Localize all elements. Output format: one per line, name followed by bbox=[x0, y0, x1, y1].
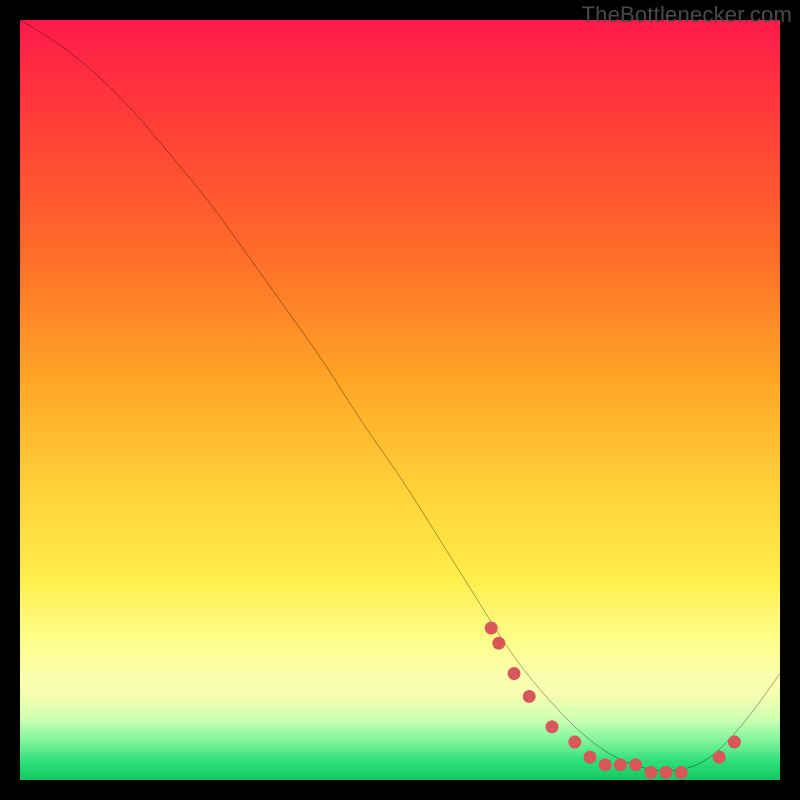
marker-dot bbox=[629, 758, 642, 771]
marker-dot bbox=[568, 736, 581, 749]
bottleneck-curve bbox=[20, 20, 780, 771]
marker-dot bbox=[508, 667, 521, 680]
marker-dot bbox=[713, 751, 726, 764]
chart-stage: TheBottlenecker.com bbox=[0, 0, 800, 800]
marker-dot bbox=[644, 766, 657, 779]
marker-dot bbox=[546, 720, 559, 733]
highlight-dots bbox=[485, 622, 741, 779]
marker-dot bbox=[599, 758, 612, 771]
marker-dot bbox=[614, 758, 627, 771]
marker-dot bbox=[728, 736, 741, 749]
watermark-text: TheBottlenecker.com bbox=[582, 2, 792, 28]
marker-dot bbox=[584, 751, 597, 764]
marker-dot bbox=[660, 766, 673, 779]
plot-area bbox=[20, 20, 780, 780]
curve-svg bbox=[20, 20, 780, 780]
marker-dot bbox=[523, 690, 536, 703]
marker-dot bbox=[485, 622, 498, 635]
marker-dot bbox=[675, 766, 688, 779]
marker-dot bbox=[492, 637, 505, 650]
